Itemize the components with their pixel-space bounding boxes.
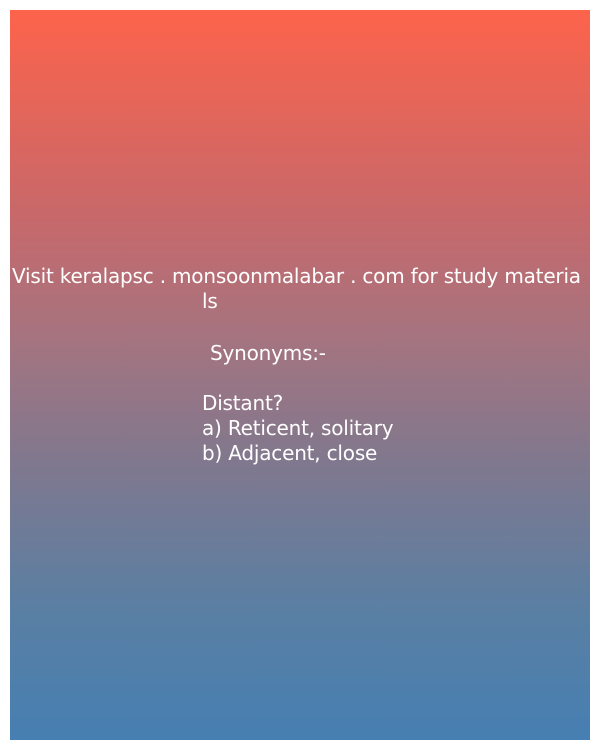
quiz-question: Distant? [202, 391, 284, 415]
promo-text: Visit keralapsc . monsoonmalabar . com f… [12, 264, 581, 288]
quiz-option-b: b) Adjacent, close [202, 441, 378, 465]
quiz-option-a: a) Reticent, solitary [202, 416, 394, 440]
quiz-heading: Synonyms:- [210, 341, 326, 365]
quiz-image-card: Visit keralapsc . monsoonmalabar . com f… [10, 10, 590, 740]
promo-text-continuation: ls [202, 289, 218, 313]
